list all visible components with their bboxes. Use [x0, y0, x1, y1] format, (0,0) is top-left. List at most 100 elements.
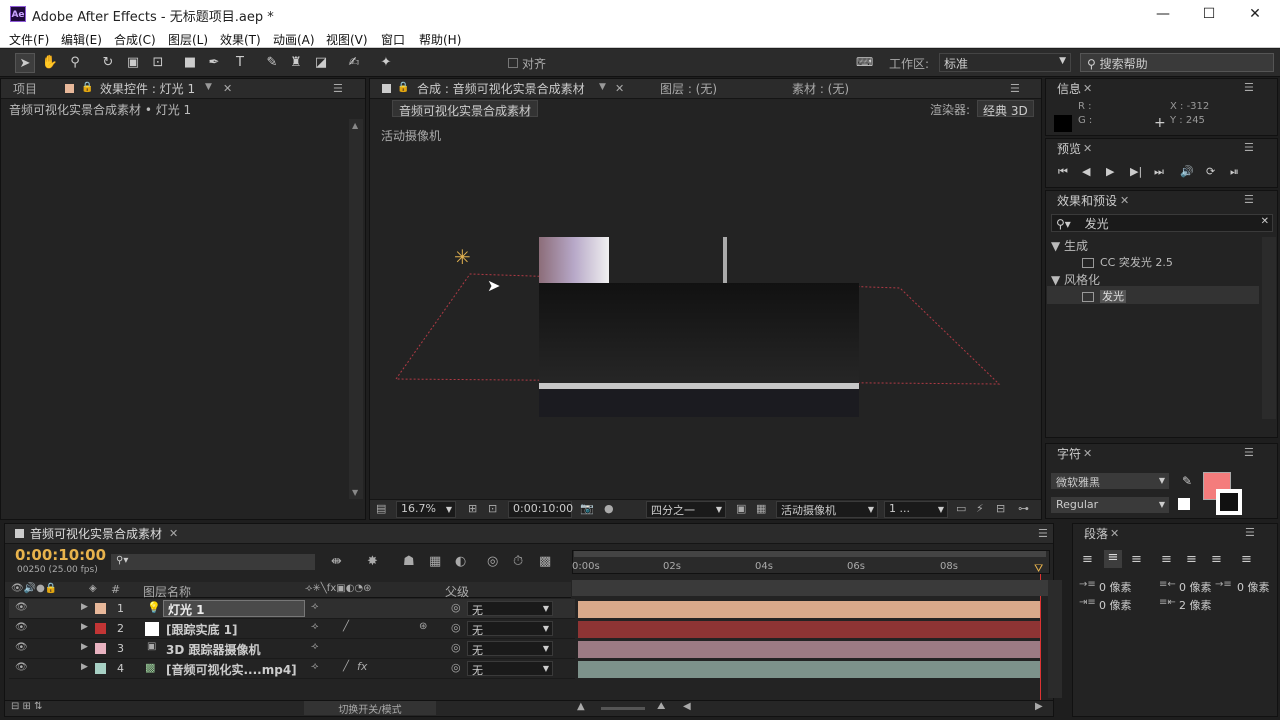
comp-lock-icon[interactable]: 🔒	[397, 82, 409, 93]
scroll-right-icon[interactable]: ▶	[1035, 701, 1043, 712]
play-icon[interactable]: ▶	[1106, 165, 1114, 178]
quality-switch-icon[interactable]: ╱	[343, 661, 349, 672]
help-search-field[interactable]: ⚲ 搜索帮助	[1080, 53, 1274, 72]
expand-arrow-icon[interactable]: ▶	[81, 602, 88, 612]
current-time-indicator-icon[interactable]: ⛛	[1034, 562, 1043, 576]
shy-switch-icon[interactable]: ⟢	[311, 661, 318, 672]
font-style-dropdown[interactable]: Regular ▼	[1051, 497, 1169, 513]
pen-tool-icon[interactable]: ✒	[204, 53, 224, 73]
timeline-timecode[interactable]: 0:00:10:00	[15, 546, 106, 564]
pan-behind-tool-icon[interactable]: ⊡	[148, 53, 168, 73]
space-before-value[interactable]: 0 像素	[1099, 597, 1132, 613]
next-frame-icon[interactable]: ▶|	[1130, 165, 1142, 178]
roto-brush-tool-icon[interactable]: ✍	[344, 53, 364, 73]
justify-all-icon[interactable]: ≡	[1241, 552, 1252, 567]
timeline-tab[interactable]: 音频可视化实景合成素材	[30, 524, 162, 544]
indent-left-value[interactable]: 0 像素	[1099, 579, 1132, 595]
layer-row-2[interactable]: 👁 ▶ 2 [跟踪实底 1] ⟢ ╱ ⊛ ◎ 无 ▼	[9, 619, 575, 639]
comp-dropdown-arrow-icon[interactable]: ▼	[599, 82, 606, 92]
menu-window[interactable]: 窗口	[381, 31, 405, 48]
footer-icons[interactable]: ⊟ ⊞ ⇅	[11, 701, 43, 712]
visibility-eye-icon[interactable]: 👁	[15, 662, 28, 673]
comp-footage-frame[interactable]	[539, 237, 859, 417]
align-left-icon[interactable]: ≡	[1082, 552, 1093, 567]
zoom-tool-icon[interactable]: ⚲	[65, 53, 85, 73]
selection-tool-icon[interactable]: ➤	[15, 53, 35, 73]
viewer-timecode[interactable]: 0:00:10:00	[508, 501, 573, 518]
info-menu-icon[interactable]: ☰	[1244, 81, 1254, 94]
motion-blur-icon[interactable]: ◐	[455, 554, 466, 569]
graph-editor-icon[interactable]: ◎	[487, 554, 498, 569]
close-comp-tab-icon[interactable]: ✕	[615, 82, 624, 95]
timeline-search-field[interactable]: ⚲▾	[111, 554, 315, 570]
camera-tool-icon[interactable]: ▣	[123, 53, 143, 73]
work-area-bar[interactable]	[574, 551, 1046, 557]
3d-layer-switch-icon[interactable]: ⊛	[419, 621, 427, 632]
eraser-tool-icon[interactable]: ◪	[311, 53, 331, 73]
brainstorm-icon[interactable]: ⏱	[513, 554, 523, 569]
close-info-icon[interactable]: ✕	[1083, 82, 1092, 95]
justify-center-icon[interactable]: ≡	[1186, 552, 1197, 567]
layer-bar-1[interactable]	[578, 601, 1040, 618]
timeline-menu-icon[interactable]: ☰	[1038, 527, 1048, 540]
parent-dropdown[interactable]: 无 ▼	[467, 641, 553, 657]
tab-composition[interactable]: 合成 : 音频可视化实景合成素材	[417, 79, 585, 99]
comp-name-chip[interactable]: 音频可视化实景合成素材	[392, 100, 539, 118]
white-swatch[interactable]	[1178, 498, 1190, 510]
lock-icon[interactable]: 🔒	[81, 82, 93, 93]
parent-dropdown[interactable]: 无 ▼	[467, 621, 553, 637]
group-generate[interactable]: ▼ 生成	[1051, 237, 1088, 254]
zoom-slider[interactable]	[601, 707, 645, 710]
zoom-dropdown[interactable]: 16.7% ▼	[396, 501, 456, 518]
tab-project[interactable]: 项目	[13, 79, 37, 99]
renderer-value[interactable]: 经典 3D	[977, 100, 1034, 118]
layer-bar-4[interactable]	[578, 661, 1040, 678]
parent-dropdown[interactable]: 无 ▼	[467, 661, 553, 677]
eyedropper-icon[interactable]: ✎	[1182, 474, 1192, 488]
scroll-left-icon[interactable]: ◀	[683, 701, 691, 712]
close-timeline-icon[interactable]: ✕	[169, 527, 178, 540]
visibility-eye-icon[interactable]: 👁	[15, 602, 28, 613]
pick-whip-icon[interactable]: ◎	[451, 621, 461, 634]
parent-dropdown[interactable]: 无 ▼	[467, 601, 553, 617]
workspace-dropdown[interactable]: 标准 ▼	[939, 53, 1071, 72]
maximize-button[interactable]: ☐	[1194, 3, 1224, 25]
layer-label-color[interactable]	[95, 603, 106, 614]
menu-view[interactable]: 视图(V)	[326, 31, 368, 48]
tab-dropdown-arrow-icon[interactable]: ▼	[205, 82, 212, 92]
snap-checkbox[interactable]	[508, 58, 518, 68]
show-channel-icon[interactable]: ●	[604, 502, 614, 515]
layer-bar-3[interactable]	[578, 641, 1040, 658]
timeline-icon[interactable]: ⊟	[996, 502, 1005, 515]
clone-stamp-tool-icon[interactable]: ♜	[286, 53, 306, 73]
navigator-bar[interactable]	[572, 580, 1050, 596]
zoom-out-icon[interactable]: ▲	[577, 701, 585, 712]
column-layer-name[interactable]: 图层名称	[143, 583, 191, 600]
effect-glow-row[interactable]	[1047, 286, 1259, 304]
justify-right-icon[interactable]: ≡	[1211, 552, 1222, 567]
scrollbar[interactable]: ▲ ▼	[349, 119, 363, 499]
pick-whip-icon[interactable]: ◎	[451, 641, 461, 654]
shy-switch-icon[interactable]: ⟢	[311, 641, 318, 652]
layer-name[interactable]: [音频可视化实....mp4]	[166, 661, 297, 678]
indent-right-value[interactable]: 0 像素	[1179, 579, 1212, 595]
shy-layers-icon[interactable]: ☗	[403, 554, 415, 569]
menu-help[interactable]: 帮助(H)	[419, 31, 461, 48]
flowchart-icon[interactable]: ⊶	[1018, 502, 1029, 515]
safe-zones-icon[interactable]: ⊡	[488, 502, 497, 515]
render-queue-icon[interactable]: ▩	[539, 554, 551, 569]
layer-label-color[interactable]	[95, 663, 106, 674]
close-preview-icon[interactable]: ✕	[1083, 142, 1092, 155]
expand-arrow-icon[interactable]: ▶	[81, 622, 88, 632]
first-frame-icon[interactable]: ⏮	[1058, 165, 1068, 179]
menu-edit[interactable]: 编辑(E)	[61, 31, 102, 48]
effects-search-field[interactable]: ⚲▾ 发光 ✕	[1051, 214, 1273, 232]
workspace-icon[interactable]: ⌨	[856, 55, 873, 69]
menu-effect[interactable]: 效果(T)	[220, 31, 261, 48]
menu-layer[interactable]: 图层(L)	[168, 31, 208, 48]
layer-bar-2[interactable]	[578, 621, 1040, 638]
pick-whip-icon[interactable]: ◎	[451, 601, 461, 614]
type-tool-icon[interactable]: T	[230, 53, 250, 73]
tab-footage[interactable]: 素材 : (无)	[792, 79, 849, 99]
puppet-tool-icon[interactable]: ✦	[376, 53, 396, 73]
